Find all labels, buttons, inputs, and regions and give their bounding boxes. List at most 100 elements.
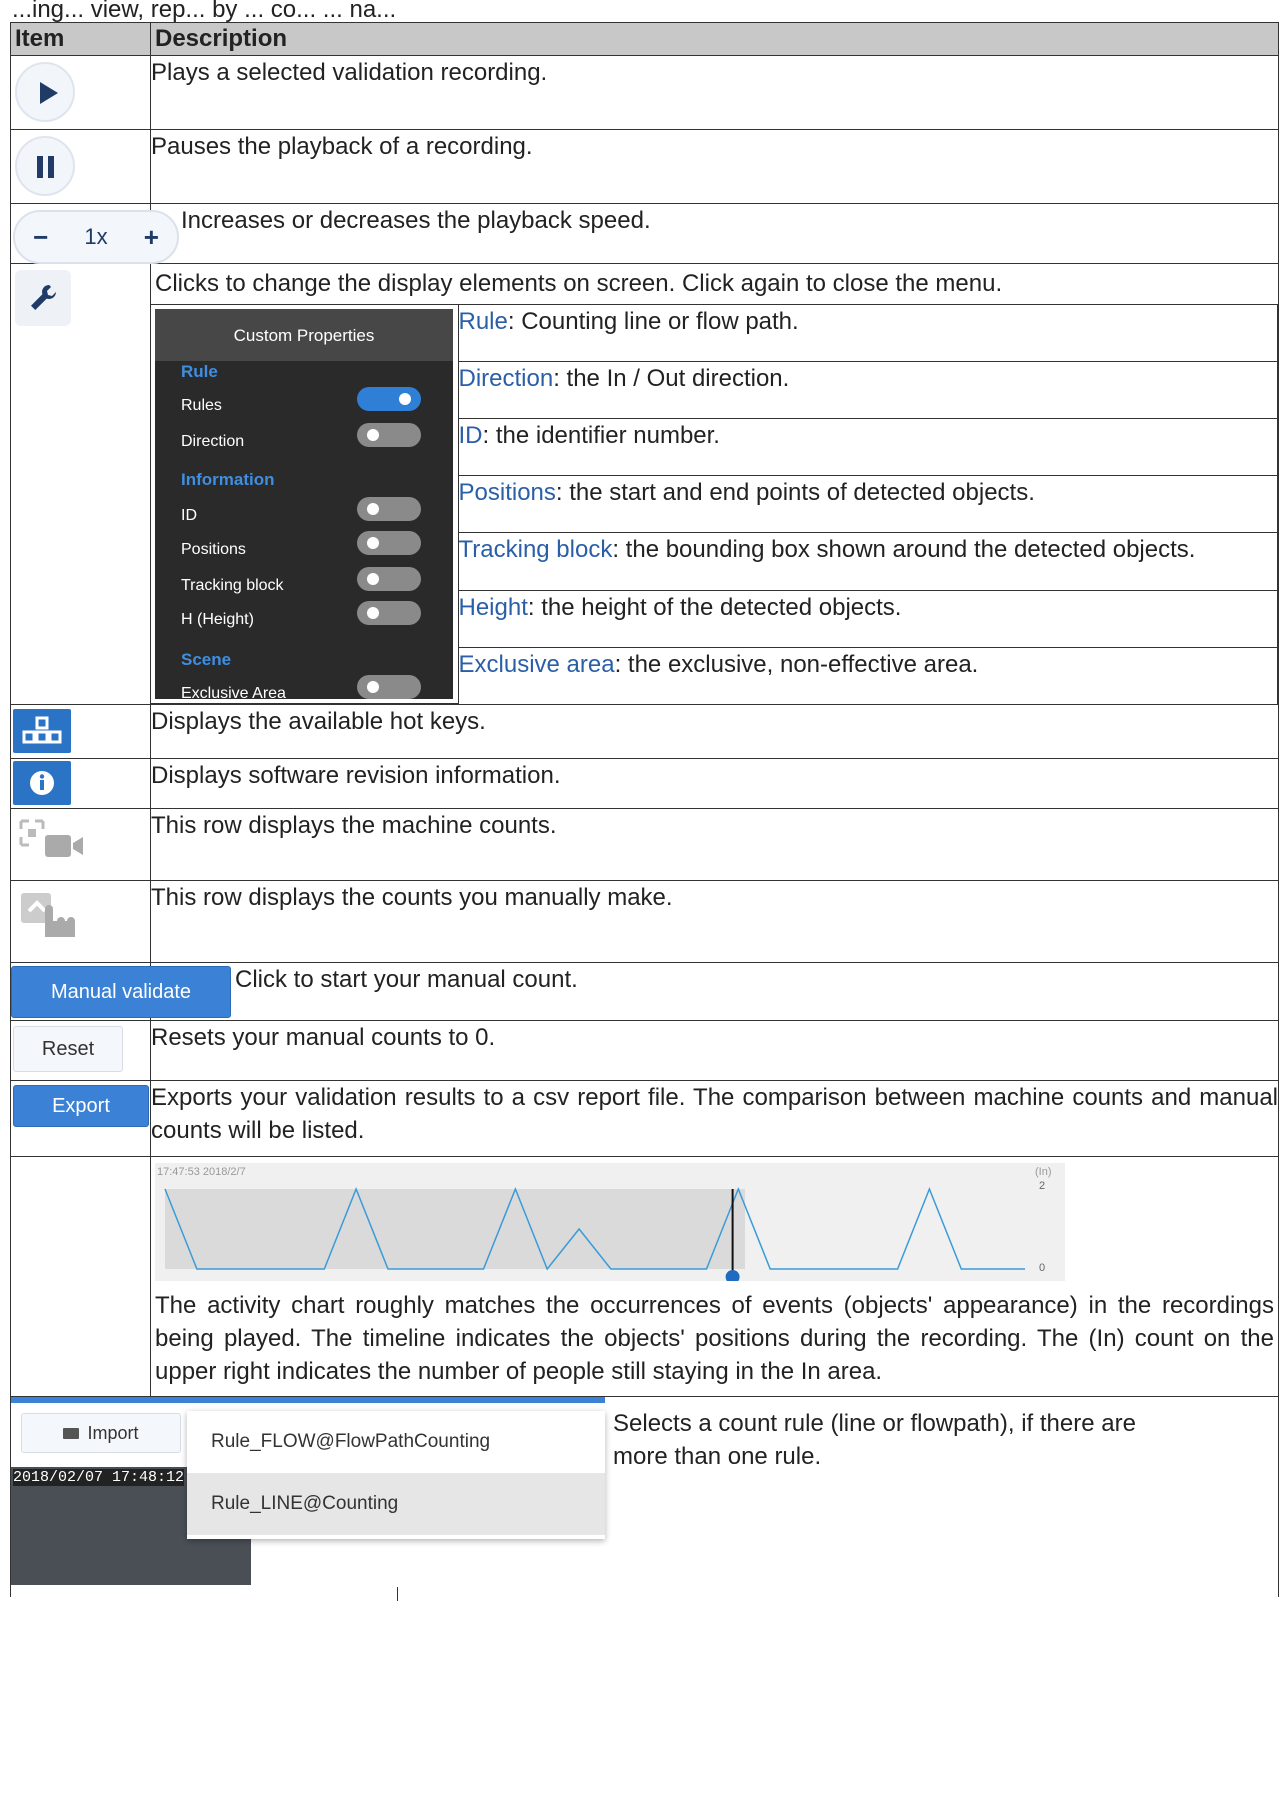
table-row: − 1x + Increases or decreases the playba… xyxy=(10,203,1279,264)
icon-cell xyxy=(10,808,151,881)
exclusive-area-toggle[interactable] xyxy=(357,675,421,699)
icon-cell: Reset xyxy=(10,1020,151,1081)
section-scene: Scene xyxy=(181,650,232,669)
id-toggle[interactable] xyxy=(357,497,421,521)
rule-select-description: Selects a count rule (line or flowpath),… xyxy=(613,1410,1136,1470)
section-information: Information xyxy=(181,470,275,489)
icon-cell: Export xyxy=(10,1080,151,1157)
description-cell: Pauses the playback of a recording. xyxy=(150,129,1279,204)
positions-toggle[interactable] xyxy=(357,531,421,555)
property-row: Rule: Counting line or flow path. xyxy=(457,303,1278,363)
panel-cell: Custom Properties Rule Rules Direction I… xyxy=(151,304,459,704)
icon-cell xyxy=(10,758,151,809)
label-exclusive-area: Exclusive Area xyxy=(181,685,286,702)
table-row: Import 2018/02/07 17:48:12 Rule_FLOW@Flo… xyxy=(10,1396,1279,1601)
description-cell: This row displays the counts you manuall… xyxy=(150,880,1279,963)
description-cell: Plays a selected validation recording. xyxy=(150,55,1279,130)
property-row: Direction: the In / Out direction. xyxy=(457,361,1278,420)
header-item: Item xyxy=(10,22,151,56)
chart-in-label: (In) xyxy=(1035,1166,1052,1178)
label-height: H (Height) xyxy=(181,611,254,628)
chart-tick-bottom: 0 xyxy=(1039,1262,1045,1274)
wrench-description: Clicks to change the display elements on… xyxy=(155,270,1003,297)
speed-increase-button[interactable]: + xyxy=(144,222,159,253)
property-row: ID: the identifier number. xyxy=(457,418,1278,477)
video-timestamp: 2018/02/07 17:48:12 xyxy=(13,1469,185,1486)
items-table: Item Description Plays a selected valida… xyxy=(10,22,1279,1601)
info-icon xyxy=(30,771,54,795)
label-direction: Direction xyxy=(181,433,245,450)
table-row: Pauses the playback of a recording. xyxy=(10,129,1279,204)
description-cell: Displays software revision information. xyxy=(150,758,1279,809)
custom-properties-panel: Custom Properties Rule Rules Direction I… xyxy=(155,309,453,702)
import-button[interactable]: Import xyxy=(21,1413,181,1453)
rule-option-flow[interactable]: Rule_FLOW@FlowPathCounting xyxy=(187,1411,605,1473)
speed-control[interactable]: − 1x + xyxy=(13,210,179,264)
activity-chart-svg: 17:47:53 2018/2/7 (In) 2 0 xyxy=(157,1166,1052,1284)
table-row: Plays a selected validation recording. xyxy=(10,55,1279,130)
info-button[interactable] xyxy=(13,761,71,805)
rule-option-line[interactable]: Rule_LINE@Counting xyxy=(187,1473,605,1535)
table-row: Displays the available hot keys. xyxy=(10,704,1279,759)
play-button[interactable] xyxy=(15,62,75,122)
wrench-button[interactable] xyxy=(15,270,71,326)
icon-cell xyxy=(10,55,151,130)
export-button[interactable]: Export xyxy=(13,1085,149,1127)
rule-select-screenshot: Import 2018/02/07 17:48:12 Rule_FLOW@Flo… xyxy=(11,1397,605,1601)
play-icon xyxy=(40,82,58,104)
tracking-block-toggle[interactable] xyxy=(357,567,421,591)
icon-cell: Manual validate xyxy=(10,962,231,1021)
rule-select-cell: Import 2018/02/07 17:48:12 Rule_FLOW@Flo… xyxy=(10,1396,1279,1601)
chart-description: The activity chart roughly matches the o… xyxy=(155,1292,1274,1385)
label-positions: Positions xyxy=(181,541,246,558)
pause-icon xyxy=(37,156,55,178)
header-row: Item Description xyxy=(10,22,1279,56)
hotkeys-button[interactable] xyxy=(13,709,71,753)
icon-cell xyxy=(10,263,151,705)
properties-table: Custom Properties Rule Rules Direction I… xyxy=(151,303,1278,704)
section-rule: Rule xyxy=(181,362,218,381)
label-rules: Rules xyxy=(181,397,222,414)
description-cell: Increases or decreases the playback spee… xyxy=(150,203,1279,264)
description-cell: Displays the available hot keys. xyxy=(150,704,1279,759)
pause-button[interactable] xyxy=(15,136,75,196)
direction-toggle[interactable] xyxy=(357,423,421,447)
table-row: Export Exports your validation results t… xyxy=(10,1080,1279,1157)
icon-cell xyxy=(10,704,151,759)
property-row: Exclusive area: the exclusive, non-effec… xyxy=(457,646,1278,704)
reset-button[interactable]: Reset xyxy=(13,1026,123,1072)
table-row: This row displays the machine counts. xyxy=(10,808,1279,881)
header-description: Description xyxy=(150,22,1279,56)
description-cell: Exports your validation results to a csv… xyxy=(150,1080,1279,1157)
hand-pointer-icon xyxy=(21,893,75,937)
description-cell: This row displays the machine counts. xyxy=(150,808,1279,881)
clipped-top-text: ...ing... view, rep... by ... co... ... … xyxy=(12,0,397,23)
speed-decrease-button[interactable]: − xyxy=(33,222,48,253)
activity-chart: 17:47:53 2018/2/7 (In) 2 0 xyxy=(155,1163,1065,1284)
table-row: Reset Resets your manual counts to 0. xyxy=(10,1020,1279,1081)
import-label: Import xyxy=(87,1422,139,1443)
table-row: Clicks to change the display elements on… xyxy=(10,263,1279,705)
keyboard-icon xyxy=(22,716,62,744)
panel-title: Custom Properties xyxy=(155,309,453,361)
property-row: Tracking block: the bounding box shown a… xyxy=(457,532,1278,591)
height-toggle[interactable] xyxy=(357,601,421,625)
icon-cell: − 1x + xyxy=(10,203,179,264)
playhead-handle[interactable] xyxy=(725,1270,740,1284)
property-row: Positions: the start and end points of d… xyxy=(457,475,1278,534)
played-region xyxy=(165,1189,745,1269)
icon-cell xyxy=(10,880,151,963)
description-cell: Clicks to change the display elements on… xyxy=(150,263,1279,705)
description-cell: Click to start your manual count. xyxy=(150,962,1279,1021)
icon-cell xyxy=(10,129,151,204)
table-row: 17:47:53 2018/2/7 (In) 2 0 The activity … xyxy=(10,1156,1279,1397)
machine-count-icon xyxy=(19,819,83,857)
table-row: Displays software revision information. xyxy=(10,758,1279,809)
table-row: This row displays the counts you manuall… xyxy=(10,880,1279,963)
description-cell: Resets your manual counts to 0. xyxy=(150,1020,1279,1081)
manual-validate-button[interactable]: Manual validate xyxy=(11,966,231,1018)
wrench-icon xyxy=(31,285,56,310)
label-tracking-block: Tracking block xyxy=(181,577,284,594)
rules-toggle[interactable] xyxy=(357,387,421,411)
description-cell: 17:47:53 2018/2/7 (In) 2 0 The activity … xyxy=(150,1156,1279,1397)
